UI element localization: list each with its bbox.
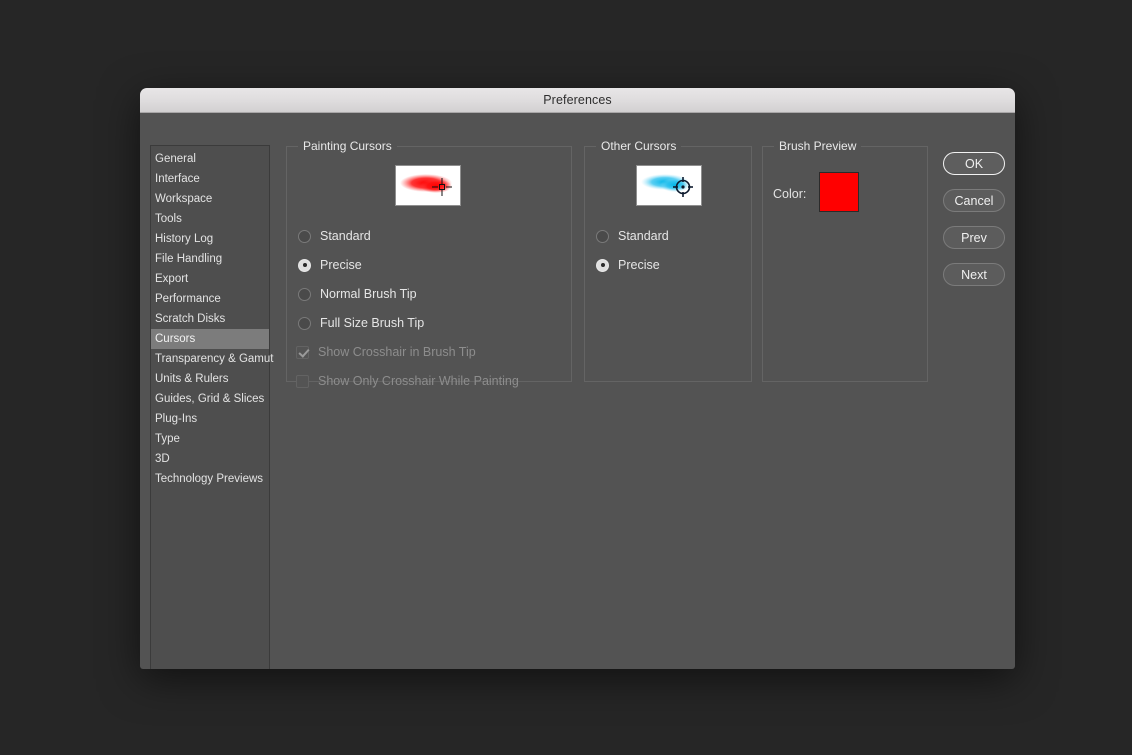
sidebar-item-performance[interactable]: Performance xyxy=(151,289,269,309)
sidebar-item-type[interactable]: Type xyxy=(151,429,269,449)
show-only-crosshair-while-painting-checkbox: Show Only Crosshair While Painting xyxy=(296,372,519,390)
painting-cursor-preview-image xyxy=(395,165,461,206)
painting-cursor-option-standard[interactable]: Standard xyxy=(298,227,371,245)
radio-indicator xyxy=(596,258,609,272)
brush-preview-title: Brush Preview xyxy=(774,139,862,153)
window-body: General Interface Workspace Tools History Lo… xyxy=(140,113,1015,669)
window-title: Preferences xyxy=(543,93,612,107)
sidebar-item-interface[interactable]: Interface xyxy=(151,169,269,189)
cancel-button[interactable]: Cancel xyxy=(943,189,1005,212)
show-crosshair-in-brush-tip-checkbox: Show Crosshair in Brush Tip xyxy=(296,343,476,361)
next-button[interactable]: Next xyxy=(943,263,1005,286)
sidebar-item-plug-ins[interactable]: Plug-Ins xyxy=(151,409,269,429)
window-title-bar[interactable]: Preferences xyxy=(140,88,1015,113)
other-cursor-preview-image xyxy=(636,165,702,206)
option-label: Precise xyxy=(618,258,660,272)
preferences-category-list[interactable]: General Interface Workspace Tools History Lo… xyxy=(150,145,273,669)
sidebar-item-transparency-gamut[interactable]: Transparency & Gamut xyxy=(151,349,273,369)
ok-button-label: OK xyxy=(964,156,984,171)
radio-indicator xyxy=(298,258,311,272)
ok-button[interactable]: OK xyxy=(943,152,1005,175)
sidebar-item-technology-previews[interactable]: Technology Previews xyxy=(151,469,269,489)
sidebar-item-tools[interactable]: Tools xyxy=(151,209,269,229)
checkbox-label: Show Crosshair in Brush Tip xyxy=(318,345,476,359)
painting-cursor-option-precise[interactable]: Precise xyxy=(298,256,362,274)
checkbox-indicator xyxy=(296,345,309,359)
painting-cursors-title: Painting Cursors xyxy=(298,139,397,153)
checkbox-indicator xyxy=(296,374,309,388)
radio-indicator xyxy=(298,316,311,330)
checkbox-label: Show Only Crosshair While Painting xyxy=(318,374,519,388)
prev-button-label: Prev xyxy=(961,230,987,245)
painting-cursor-option-normal-brush-tip[interactable]: Normal Brush Tip xyxy=(298,285,417,303)
sidebar-item-3d[interactable]: 3D xyxy=(151,449,269,469)
sidebar-item-export[interactable]: Export xyxy=(151,269,269,289)
option-label: Full Size Brush Tip xyxy=(320,316,425,330)
other-cursor-option-precise[interactable]: Precise xyxy=(596,256,660,274)
sidebar-item-general[interactable]: General xyxy=(151,149,269,169)
sidebar-item-file-handling[interactable]: File Handling xyxy=(151,249,269,269)
sidebar-item-workspace[interactable]: Workspace xyxy=(151,189,269,209)
brush-preview-group: Brush Preview Color: xyxy=(762,139,928,382)
option-label: Normal Brush Tip xyxy=(320,287,417,301)
radio-indicator xyxy=(298,287,311,301)
sidebar-item-scratch-disks[interactable]: Scratch Disks xyxy=(151,309,269,329)
prev-button[interactable]: Prev xyxy=(943,226,1005,249)
sidebar-item-guides-grid-slices[interactable]: Guides, Grid & Slices xyxy=(151,389,269,409)
other-cursor-option-standard[interactable]: Standard xyxy=(596,227,669,245)
sidebar-item-cursors[interactable]: Cursors xyxy=(151,329,269,349)
sidebar-item-history-log[interactable]: History Log xyxy=(151,229,269,249)
brush-preview-color-label: Color: xyxy=(773,187,807,201)
brush-preview-color-swatch[interactable] xyxy=(819,172,859,212)
preferences-window: Preferences General Interface Workspace Too… xyxy=(140,88,1015,669)
option-label: Standard xyxy=(618,229,669,243)
option-label: Precise xyxy=(320,258,362,272)
sidebar-item-units-rulers[interactable]: Units & Rulers xyxy=(151,369,269,389)
other-cursors-title: Other Cursors xyxy=(596,139,682,153)
cancel-button-label: Cancel xyxy=(954,193,994,208)
painting-cursor-option-full-size-brush-tip[interactable]: Full Size Brush Tip xyxy=(298,314,424,332)
other-cursors-group: Other Cursors Standard Precise xyxy=(584,139,752,382)
radio-indicator xyxy=(596,229,609,243)
next-button-label: Next xyxy=(961,267,987,282)
radio-indicator xyxy=(298,229,311,243)
painting-cursors-group: Painting Cursors Standard Precise Normal… xyxy=(286,139,572,388)
option-label: Standard xyxy=(320,229,371,243)
